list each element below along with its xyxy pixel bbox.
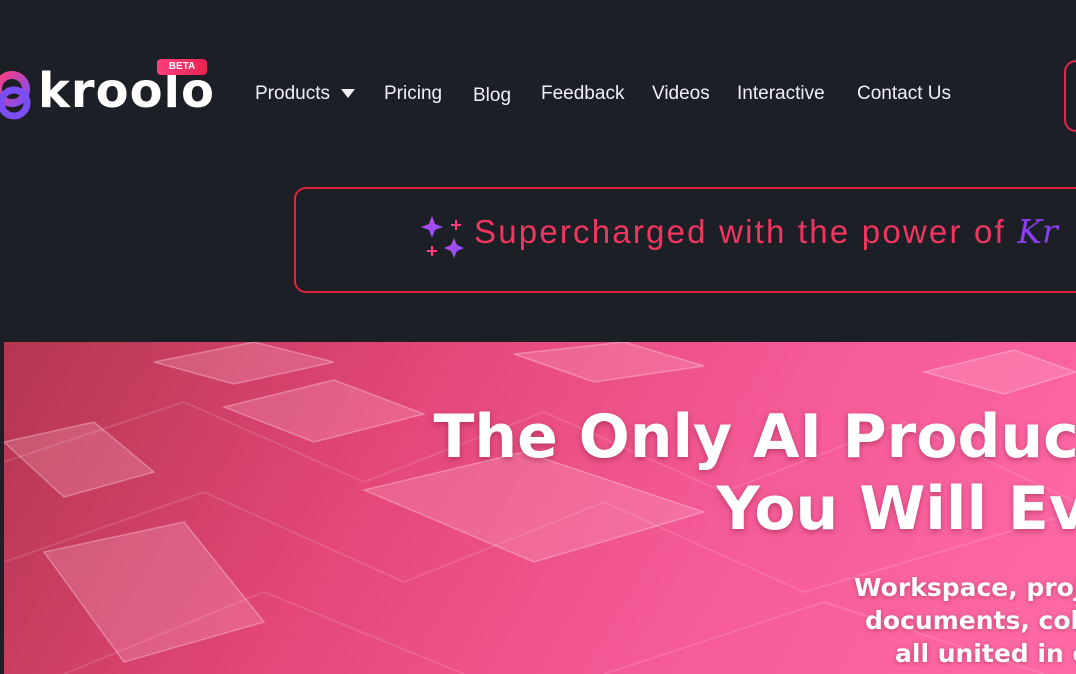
nav-videos[interactable]: Videos (652, 83, 710, 105)
kroolo-logo[interactable]: kroolo BETA (0, 55, 214, 125)
header-cta-button[interactable] (1064, 60, 1076, 132)
sparkles-icon (421, 216, 464, 258)
hero-subtitle-line-2: documents, coll (865, 606, 1076, 635)
hero-section: The Only AI Productivity M You Will Ev W… (4, 342, 1076, 674)
nav-products[interactable]: Products (255, 83, 356, 105)
nav-blog[interactable]: Blog (473, 85, 511, 107)
banner-text: Supercharged with the power of Kr (474, 212, 1058, 251)
hero-subtitle-line-1: Workspace, proje (854, 573, 1076, 602)
hero-subtitle-line-3: all united in o (895, 639, 1076, 668)
hero-title-line-1: The Only AI Productivity M (433, 402, 1076, 472)
nav-pricing[interactable]: Pricing (384, 83, 442, 105)
nav-contact-us[interactable]: Contact Us (857, 83, 951, 105)
nav-products-label: Products (255, 83, 330, 104)
caret-down-icon (341, 89, 356, 99)
banner-tagline: Supercharged with the power of (474, 213, 1018, 250)
beta-badge: BETA (157, 59, 207, 75)
hero-title-line-2: You Will Ev (716, 474, 1076, 544)
banner-brand: Kr (1017, 212, 1058, 251)
nav-feedback[interactable]: Feedback (541, 83, 624, 105)
nav-interactive[interactable]: Interactive (737, 83, 825, 105)
